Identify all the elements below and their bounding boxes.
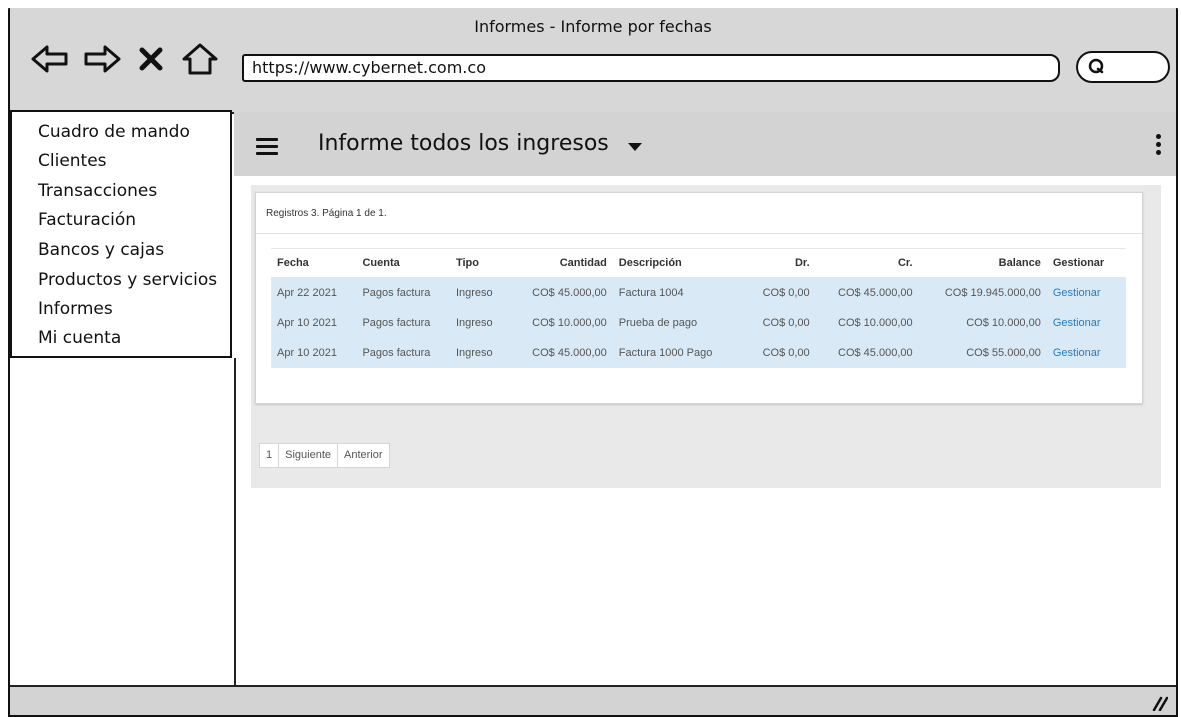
cell-cr: CO$ 45.000,00 [815, 277, 919, 308]
income-table: Fecha Cuenta Tipo Cantidad Descripción D… [271, 248, 1126, 368]
sidebar-item-bancos-y-cajas[interactable]: Bancos y cajas [38, 240, 164, 260]
cell-dr: CO$ 0,00 [744, 277, 816, 308]
cell-cantidad: CO$ 10.000,00 [519, 308, 613, 338]
divider [256, 233, 1142, 234]
column-header-cantidad[interactable]: Cantidad [519, 248, 613, 278]
sidebar-item-mi-cuenta[interactable]: Mi cuenta [38, 328, 121, 348]
gestionar-link[interactable]: Gestionar [1046, 338, 1126, 368]
column-header-gestionar: Gestionar [1046, 248, 1126, 278]
cell-balance: CO$ 19.945.000,00 [918, 277, 1047, 308]
cell-descripcion: Factura 1004 [612, 277, 745, 308]
sidebar-divider [234, 358, 236, 685]
sidebar-item-cuadro-de-mando[interactable]: Cuadro de mando [38, 122, 190, 142]
address-bar[interactable]: https://www.cybernet.com.co [242, 54, 1060, 82]
column-header-tipo[interactable]: Tipo [449, 248, 520, 278]
cell-balance: CO$ 10.000,00 [918, 308, 1047, 338]
search-icon [1088, 58, 1104, 74]
column-header-balance[interactable]: Balance [918, 248, 1047, 278]
column-header-dr[interactable]: Dr. [744, 248, 816, 278]
sidebar-item-clientes[interactable]: Clientes [38, 151, 107, 171]
records-summary: Registros 3. Página 1 de 1. [266, 208, 387, 219]
browser-toolbar: Informes - Informe por fechas https://ww… [10, 8, 1176, 114]
cropped-caption [0, 0, 1181, 8]
previous-page-button[interactable]: Anterior [338, 444, 389, 467]
cell-tipo: Ingreso [449, 308, 520, 338]
window-title: Informes - Informe por fechas [474, 17, 712, 36]
status-bar [10, 685, 1176, 715]
cell-fecha: Apr 22 2021 [271, 277, 357, 308]
column-header-cuenta[interactable]: Cuenta [356, 248, 450, 278]
cell-dr: CO$ 0,00 [744, 338, 816, 368]
sidebar-menu: Cuadro de mando Clientes Transacciones F… [10, 110, 232, 358]
table-row: Apr 10 2021 Pagos factura Ingreso CO$ 45… [271, 338, 1126, 368]
gestionar-link[interactable]: Gestionar [1046, 277, 1126, 308]
column-header-cr[interactable]: Cr. [815, 248, 919, 278]
sidebar-item-transacciones[interactable]: Transacciones [38, 181, 157, 201]
cell-cr: CO$ 45.000,00 [815, 338, 919, 368]
cell-tipo: Ingreso [449, 338, 520, 368]
column-header-fecha[interactable]: Fecha [271, 248, 357, 278]
cell-fecha: Apr 10 2021 [271, 338, 357, 368]
search-field[interactable] [1076, 51, 1170, 83]
caret-down-icon[interactable] [628, 143, 642, 151]
close-icon[interactable] [134, 42, 168, 76]
table-header-row: Fecha Cuenta Tipo Cantidad Descripción D… [271, 248, 1126, 278]
sidebar-item-productos-y-servicios[interactable]: Productos y servicios [38, 270, 217, 290]
page-header: Informe todos los ingresos [234, 112, 1176, 176]
table-row: Apr 22 2021 Pagos factura Ingreso CO$ 45… [271, 277, 1126, 308]
forward-arrow-icon[interactable] [82, 42, 122, 76]
cell-dr: CO$ 0,00 [744, 308, 816, 338]
page-number-button[interactable]: 1 [260, 444, 280, 467]
back-arrow-icon[interactable] [30, 42, 70, 76]
hamburger-icon[interactable] [256, 138, 278, 156]
cell-tipo: Ingreso [449, 277, 520, 308]
more-vertical-icon[interactable] [1154, 134, 1162, 156]
column-header-descripcion[interactable]: Descripción [612, 248, 745, 278]
sidebar-item-informes[interactable]: Informes [38, 299, 113, 319]
next-page-button[interactable]: Siguiente [279, 444, 338, 467]
page-title: Informe todos los ingresos [318, 131, 609, 156]
cell-cuenta: Pagos factura [356, 277, 450, 308]
resize-grip-icon[interactable] [1150, 695, 1168, 711]
sidebar-item-facturacion[interactable]: Facturación [38, 210, 136, 230]
home-icon[interactable] [180, 42, 220, 76]
cell-cuenta: Pagos factura [356, 308, 450, 338]
cell-cuenta: Pagos factura [356, 338, 450, 368]
gestionar-link[interactable]: Gestionar [1046, 308, 1126, 338]
cell-fecha: Apr 10 2021 [271, 308, 357, 338]
table-row: Apr 10 2021 Pagos factura Ingreso CO$ 10… [271, 308, 1126, 338]
cell-cantidad: CO$ 45.000,00 [519, 277, 613, 308]
pagination: 1 Siguiente Anterior [259, 443, 390, 468]
cell-cantidad: CO$ 45.000,00 [519, 338, 613, 368]
cell-cr: CO$ 10.000,00 [815, 308, 919, 338]
cell-descripcion: Factura 1000 Pago [612, 338, 745, 368]
report-card: Registros 3. Página 1 de 1. Fecha Cuenta… [255, 192, 1143, 404]
cell-descripcion: Prueba de pago [612, 308, 745, 338]
cell-balance: CO$ 55.000,00 [918, 338, 1047, 368]
